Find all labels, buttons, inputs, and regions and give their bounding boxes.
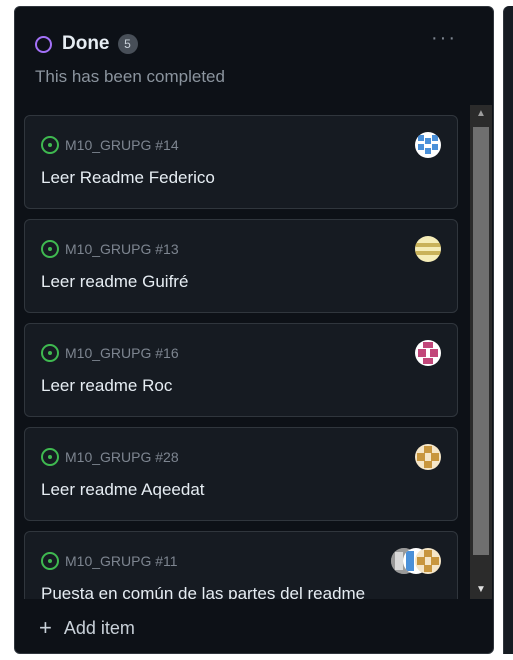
add-item-button[interactable]: + Add item bbox=[39, 617, 135, 639]
card-item[interactable]: M10_GRUPG #28 Leer readme Aqeedat bbox=[24, 427, 458, 521]
add-item-label: Add item bbox=[63, 617, 135, 638]
card-title[interactable]: Leer readme Roc bbox=[41, 376, 172, 396]
column-description: This has been completed bbox=[35, 67, 225, 86]
card-title[interactable]: Leer readme Aqeedat bbox=[41, 480, 205, 500]
card-item[interactable]: M10_GRUPG #16 Leer readme Roc bbox=[24, 323, 458, 417]
card-meta: M10_GRUPG #16 bbox=[41, 344, 179, 362]
adjacent-column-edge bbox=[503, 6, 513, 654]
issue-opened-icon bbox=[41, 552, 59, 570]
card-repo-ref[interactable]: M10_GRUPG #11 bbox=[65, 553, 178, 569]
card-repo-ref[interactable]: M10_GRUPG #28 bbox=[65, 449, 179, 465]
card-item[interactable]: M10_GRUPG #11 Puesta en común de las par… bbox=[24, 531, 458, 599]
card-repo-ref[interactable]: M10_GRUPG #16 bbox=[65, 345, 179, 361]
status-circle-icon bbox=[35, 35, 52, 53]
card-repo-ref[interactable]: M10_GRUPG #13 bbox=[65, 241, 179, 257]
item-count-badge: 5 bbox=[117, 34, 138, 54]
issue-opened-icon bbox=[41, 344, 59, 362]
card-title[interactable]: Leer readme Guifré bbox=[41, 272, 188, 292]
plus-icon: + bbox=[39, 615, 52, 640]
column-header: Done 5 bbox=[35, 33, 138, 55]
assignee-avatar[interactable] bbox=[415, 132, 441, 158]
issue-opened-icon bbox=[41, 136, 59, 154]
card-list-scrollbar[interactable]: ▲ ▼ bbox=[470, 105, 492, 599]
card-meta: M10_GRUPG #13 bbox=[41, 240, 179, 258]
card-list: M10_GRUPG #14 Leer Readme Federico M10_G… bbox=[15, 105, 493, 599]
scroll-up-arrow-icon[interactable]: ▲ bbox=[470, 105, 492, 123]
board-column-done: Done 5 ··· This has been completed M10_G… bbox=[14, 6, 494, 654]
card-item[interactable]: M10_GRUPG #14 Leer Readme Federico bbox=[24, 115, 458, 209]
card-item[interactable]: M10_GRUPG #13 Leer readme Guifré bbox=[24, 219, 458, 313]
assignee-avatar[interactable] bbox=[415, 548, 441, 574]
kebab-horizontal-icon[interactable]: ··· bbox=[431, 27, 457, 49]
assignee-avatar[interactable] bbox=[415, 444, 441, 470]
column-menu-button[interactable]: ··· bbox=[431, 27, 457, 50]
assignee-avatar[interactable] bbox=[415, 340, 441, 366]
card-title[interactable]: Leer Readme Federico bbox=[41, 168, 215, 188]
card-repo-ref[interactable]: M10_GRUPG #14 bbox=[65, 137, 179, 153]
card-meta: M10_GRUPG #11 bbox=[41, 552, 178, 570]
scroll-down-arrow-icon[interactable]: ▼ bbox=[470, 581, 492, 599]
scrollbar-thumb[interactable] bbox=[473, 127, 489, 555]
assignee-avatar[interactable] bbox=[415, 236, 441, 262]
card-meta: M10_GRUPG #14 bbox=[41, 136, 179, 154]
card-meta: M10_GRUPG #28 bbox=[41, 448, 179, 466]
issue-opened-icon bbox=[41, 448, 59, 466]
column-title: Done bbox=[62, 33, 110, 54]
card-title[interactable]: Puesta en común de las partes del readme bbox=[41, 584, 365, 599]
issue-opened-icon bbox=[41, 240, 59, 258]
